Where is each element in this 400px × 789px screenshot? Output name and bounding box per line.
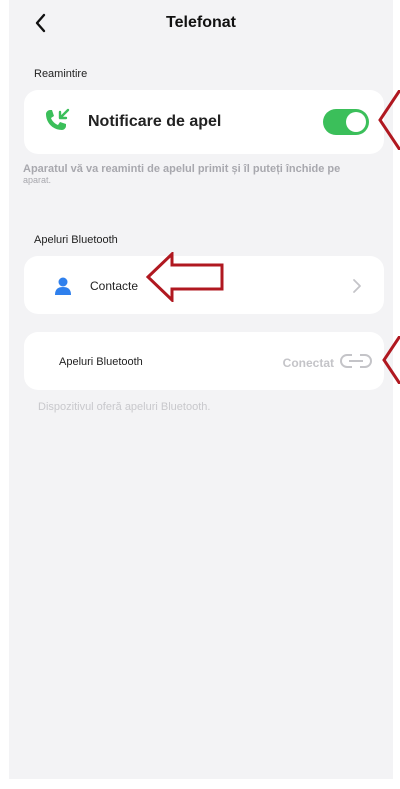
annotation-arrow-contacts — [146, 252, 224, 302]
call-notification-description-cont: aparat. — [23, 175, 52, 185]
call-notification-description: Aparatul vă va reaminti de apelul primit… — [23, 163, 341, 175]
page-title: Telefonat — [166, 14, 236, 31]
section-label-reminder: Reamintire — [34, 68, 88, 80]
call-notification-card: Notificare de apel — [24, 90, 384, 154]
person-icon — [55, 277, 71, 295]
bluetooth-calls-label: Apeluri Bluetooth — [59, 356, 143, 368]
connection-status: Conectat — [282, 356, 334, 370]
annotation-arrow-toggle — [378, 90, 400, 150]
phone-screen: Telefonat Reamintire Notificare de apel … — [9, 0, 393, 779]
bluetooth-calls-description: Dispozitivul oferă apeluri Bluetooth. — [38, 401, 211, 413]
section-label-bluetooth-calls: Apeluri Bluetooth — [34, 234, 118, 246]
call-notification-toggle[interactable] — [323, 109, 369, 135]
chevron-right-icon — [353, 279, 361, 293]
bluetooth-calls-row[interactable]: Apeluri Bluetooth Conectat — [24, 332, 384, 390]
incoming-call-icon — [46, 108, 70, 130]
annotation-arrow-bluetooth — [382, 336, 400, 384]
call-notification-label: Notificare de apel — [88, 113, 222, 130]
toggle-knob — [346, 112, 366, 132]
link-icon — [339, 354, 373, 368]
header: Telefonat — [9, 0, 393, 50]
contacts-label: Contacte — [90, 279, 139, 293]
